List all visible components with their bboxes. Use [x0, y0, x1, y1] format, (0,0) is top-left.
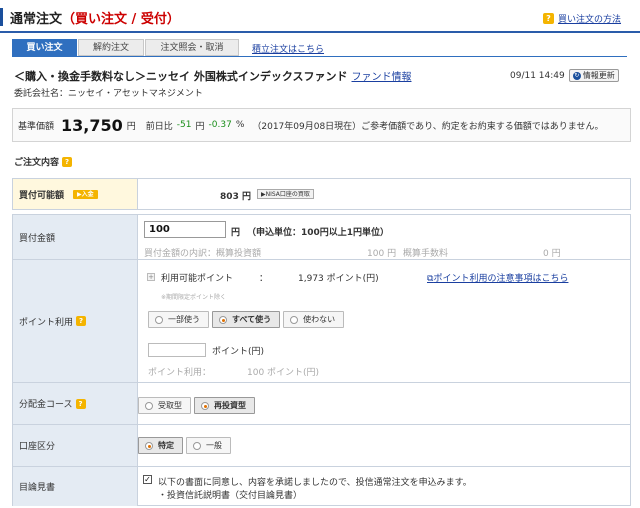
price-note: （2017年09月08日現在）ご参考価額であり、約定をお約束する価額ではありませ… [252, 121, 604, 132]
tab-order-inquiry[interactable]: 注文照会・取消 [145, 39, 239, 56]
nisa-purchase-button[interactable]: ▶NISA口座の買取 [257, 189, 314, 199]
available-row: 買付可能額 ▶入金 803 円 ▶NISA口座の買取 [13, 178, 630, 209]
order-section-title: ご注文内容 ? [14, 155, 73, 168]
radio-icon [155, 315, 163, 324]
change-percent: -0.37 [208, 120, 232, 130]
question-icon[interactable]: ? [62, 156, 73, 167]
prospectus-label: 目論見書 [13, 467, 138, 506]
available-points-label: 利用可能ポイント [161, 274, 234, 284]
breakdown-label: 買付金額の内訳：概算投資額 [144, 249, 262, 259]
prospectus-document: ・投資信託説明書（交付目論見書） [158, 491, 303, 501]
points-option-partial[interactable]: 一部使う [148, 311, 209, 328]
radio-icon [201, 401, 209, 410]
page-title-status: （買い注文 / 受付） [62, 12, 180, 27]
account-row: 口座区分 特定 一般 [13, 424, 630, 466]
order-table: 買付金額 100 円 （申込単位：100円以上1円単位） 買付金額の内訳：概算投… [12, 214, 631, 506]
points-input-unit: ポイント(円) [212, 347, 265, 357]
base-price-label: 基準価額 [18, 121, 55, 132]
limited-points-note: ※期間限定ポイント除く [161, 294, 227, 301]
base-price-value: 13,750 [61, 115, 123, 135]
fee-label: 概算手数料 [403, 249, 449, 259]
account-option-general[interactable]: 一般 [186, 437, 231, 454]
amount-label: 買付金額 [13, 215, 138, 259]
distribution-options: 受取型 再投資型 [138, 397, 255, 414]
question-icon[interactable]: ? [75, 398, 86, 409]
base-price-box: 基準価額 13,750 円 前日比 -51 円 -0.37 % （2017年09… [12, 108, 631, 142]
available-points-value: 1,973 ポイント(円) [298, 274, 379, 284]
available-table: 買付可能額 ▶入金 803 円 ▶NISA口座の買取 [12, 178, 631, 210]
update-info-button[interactable]: ↻ 情報更新 [568, 69, 619, 82]
prospectus-agree-checkbox[interactable]: ✓ [143, 475, 152, 484]
fund-timestamp-area: 09/11 14:49 ↻ 情報更新 [510, 69, 619, 82]
account-label: 口座区分 [13, 425, 138, 466]
help-link[interactable]: ? 買い注文の方法 [543, 12, 621, 25]
account-options: 特定 一般 [138, 437, 231, 454]
change-value: -51 [176, 120, 192, 130]
points-input[interactable] [148, 343, 206, 357]
amount-row: 買付金額 100 円 （申込単位：100円以上1円単位） 買付金額の内訳：概算投… [13, 214, 630, 259]
distribution-label: 分配金コース ? [13, 383, 138, 424]
points-option-none[interactable]: 使わない [283, 311, 345, 328]
management-company: 委託会社名：ニッセイ・アセットマネジメント [14, 89, 203, 99]
distribution-option-receive[interactable]: 受取型 [138, 397, 191, 414]
fund-info-link[interactable]: ファンド情報 [352, 72, 412, 83]
fee-amount: 0 円 [543, 249, 561, 259]
points-usage-options: 一部使う すべて使う 使わない [148, 311, 345, 328]
prospectus-agree-text: 以下の書面に同意し、内容を承諾しましたので、投信通常注文を申込みます。 [158, 478, 472, 488]
distribution-option-reinvest[interactable]: 再投資型 [194, 397, 255, 414]
radio-icon [290, 315, 299, 324]
question-icon[interactable]: ? [76, 316, 87, 326]
savings-order-link[interactable]: 積立注文はこちら [252, 42, 324, 55]
page-title: 通常注文（買い注文 / 受付） [10, 12, 180, 27]
radio-icon [145, 401, 153, 410]
tab-underline [12, 56, 627, 57]
fund-timestamp: 09/11 14:49 [510, 70, 565, 81]
points-label: ポイント利用 ? [13, 260, 138, 382]
available-label: 買付可能額 ▶入金 [13, 179, 138, 209]
amount-input[interactable]: 100 [144, 221, 226, 238]
distribution-row: 分配金コース ? 受取型 再投資型 [13, 382, 630, 424]
points-row: ポイント利用 ? + 利用可能ポイント ： 1,973 ポイント(円) ⧉ポイン… [13, 259, 630, 382]
points-usage-value: 100 ポイント(円) [247, 368, 320, 378]
refresh-icon: ↻ [572, 71, 581, 80]
available-value: 803 円 [220, 192, 251, 202]
tab-cancel-contract[interactable]: 解約注文 [78, 39, 144, 56]
change-label: 前日比 [145, 121, 173, 132]
help-link-label[interactable]: 買い注文の方法 [558, 12, 621, 25]
header-accent-bar [0, 8, 3, 26]
prospectus-row: 目論見書 ✓ 以下の書面に同意し、内容を承諾しましたので、投信通常注文を申込みま… [13, 466, 630, 506]
header-divider [0, 31, 640, 33]
radio-icon [145, 441, 153, 450]
deposit-button[interactable]: ▶入金 [73, 189, 98, 199]
points-notice-link[interactable]: ⧉ポイント利用の注意事項はこちら [427, 271, 568, 284]
points-usage-label: ポイント利用： [148, 368, 212, 378]
amount-unit-hint: （申込単位：100円以上1円単位） [247, 228, 390, 238]
expand-icon[interactable]: + [147, 273, 155, 281]
invest-amount: 100 円 [367, 249, 397, 259]
fund-name: ＜購入・換金手数料なし＞ニッセイ 外国株式インデックスファンド ファンド情報 [14, 70, 412, 83]
question-icon: ? [543, 13, 554, 24]
tab-buy[interactable]: 買い注文 [12, 39, 77, 56]
points-option-all[interactable]: すべて使う [212, 311, 281, 328]
radio-icon [193, 441, 201, 450]
radio-icon [219, 315, 227, 324]
account-option-specific[interactable]: 特定 [138, 437, 183, 454]
